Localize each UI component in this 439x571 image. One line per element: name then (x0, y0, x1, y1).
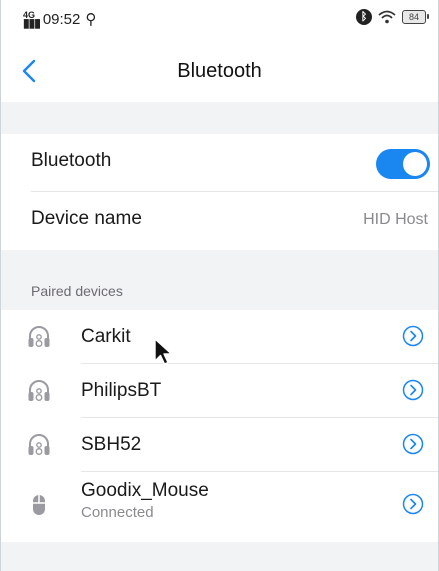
device-row-philipsbt[interactable]: PhilipsBT (1, 364, 438, 418)
device-name: PhilipsBT (81, 380, 162, 401)
device-detail-chevron-icon[interactable] (402, 493, 424, 515)
device-name-value: HID Host (363, 211, 428, 228)
status-right: ᛒ 84 (356, 9, 429, 25)
headphones-icon (28, 380, 50, 401)
battery-icon: 84 (402, 10, 429, 24)
status-left: 4G ▮▮▮ 09:52 ⚲ (23, 9, 97, 30)
device-name-label: Device name (31, 208, 142, 229)
device-name: SBH52 (81, 434, 142, 455)
device-status: Connected (81, 504, 154, 521)
usb-icon: ⚲ (85, 11, 97, 28)
device-detail-chevron-icon[interactable] (402, 433, 424, 455)
bluetooth-toggle-row[interactable]: Bluetooth (1, 134, 438, 192)
device-name: Goodix_Mouse (81, 480, 209, 501)
mouse-pointer-icon (154, 338, 173, 365)
bluetooth-toggle[interactable] (376, 149, 430, 179)
nav-bar: Bluetooth (1, 40, 438, 102)
device-row-sbh52[interactable]: SBH52 (1, 418, 438, 472)
device-detail-chevron-icon[interactable] (402, 325, 424, 347)
bluetooth-status-icon: ᛒ (356, 9, 372, 25)
toggle-knob (403, 152, 427, 176)
bluetooth-settings-group: Bluetooth Device name HID Host (1, 134, 438, 250)
cellular-signal-icon: 4G ▮▮▮ (23, 9, 41, 30)
status-bar: 4G ▮▮▮ 09:52 ⚲ ᛒ 84 (1, 0, 438, 40)
paired-devices-list: Carkit PhilipsBT SBH52 Goodix_Mouse Conn… (1, 310, 438, 542)
device-row-goodix-mouse[interactable]: Goodix_Mouse Connected (1, 472, 438, 536)
device-detail-chevron-icon[interactable] (402, 379, 424, 401)
paired-devices-header: Paired devices (31, 283, 123, 299)
mouse-icon (33, 495, 45, 515)
device-name-row[interactable]: Device name HID Host (1, 192, 438, 250)
wifi-icon (378, 10, 396, 24)
battery-level: 84 (408, 12, 419, 22)
status-time: 09:52 (42, 10, 81, 28)
headphones-icon (28, 326, 50, 347)
page-title: Bluetooth (177, 60, 262, 82)
headphones-icon (28, 434, 50, 455)
device-row-carkit[interactable]: Carkit (1, 310, 438, 364)
bluetooth-label: Bluetooth (31, 150, 112, 171)
phone-screen: 4G ▮▮▮ 09:52 ⚲ ᛒ 84 Bluetooth Bluetooth … (0, 0, 439, 571)
device-name: Carkit (81, 326, 131, 347)
